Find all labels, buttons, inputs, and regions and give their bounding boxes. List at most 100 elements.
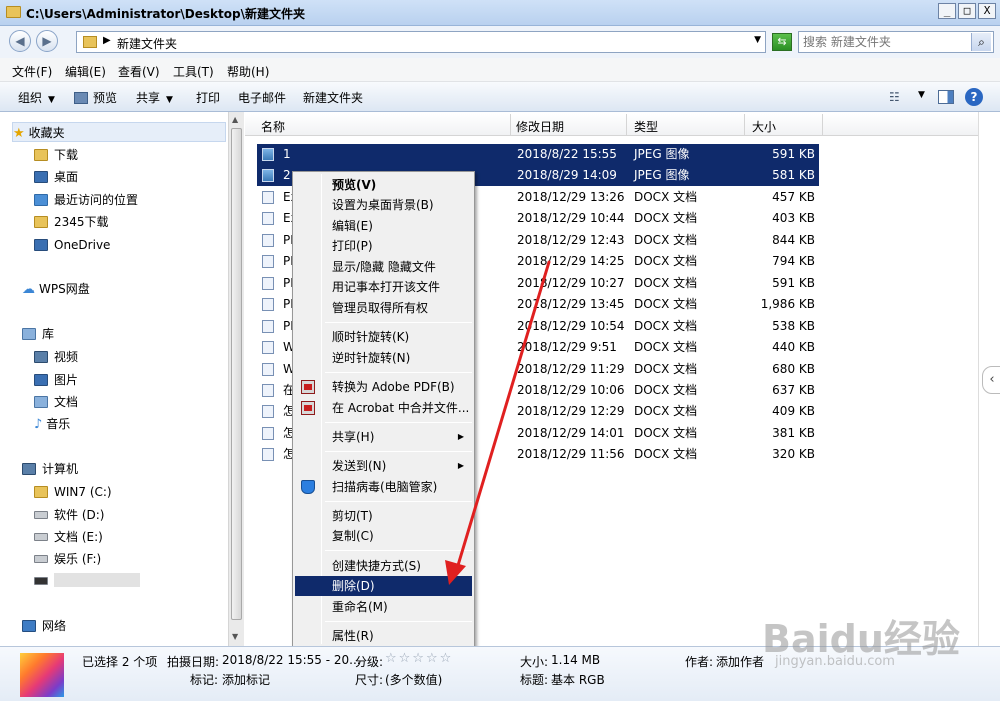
- menu-item-acrobat-merge[interactable]: 在 Acrobat 中合并文件...: [295, 398, 472, 418]
- new-folder-button[interactable]: 新建文件夹: [303, 89, 363, 106]
- chevron-down-icon[interactable]: ▼: [754, 35, 761, 45]
- email-button[interactable]: 电子邮件: [238, 89, 286, 106]
- search-input[interactable]: [803, 34, 967, 50]
- nav-drive-blurred[interactable]: [34, 571, 140, 591]
- menu-item-open-notepad[interactable]: 用记事本打开该文件: [295, 277, 472, 297]
- minimize-button[interactable]: _: [938, 3, 956, 19]
- file-type: DOCX 文档: [634, 447, 698, 462]
- back-button[interactable]: ◀: [9, 30, 31, 52]
- address-bar[interactable]: ▶ 新建文件夹 ▼: [76, 31, 766, 53]
- scroll-down-icon[interactable]: ▼: [232, 632, 238, 641]
- author-value[interactable]: 添加作者: [716, 653, 764, 670]
- refresh-button[interactable]: ⇆: [772, 33, 792, 51]
- nav-videos[interactable]: 视频: [34, 347, 78, 367]
- help-icon[interactable]: ?: [965, 88, 983, 106]
- column-type[interactable]: 类型: [634, 118, 658, 135]
- size-label: 大小:: [520, 655, 549, 669]
- nav-drive-d[interactable]: 软件 (D:): [34, 505, 104, 525]
- search-icon[interactable]: ⌕: [971, 33, 991, 51]
- address-row: ◀ ▶ ▶ 新建文件夹 ▼ ⇆ ⌕: [0, 26, 1000, 58]
- menu-item-take-ownership[interactable]: 管理员取得所有权: [295, 298, 472, 318]
- menu-item-cut[interactable]: 剪切(T): [295, 506, 472, 526]
- nav-downloads[interactable]: 下载: [34, 145, 78, 165]
- nav-library[interactable]: 库: [22, 324, 54, 344]
- nav-2345-downloads[interactable]: 2345下载: [34, 212, 109, 232]
- menu-item-copy[interactable]: 复制(C): [295, 526, 472, 546]
- nav-favorites[interactable]: ★ 收藏夹: [12, 122, 226, 142]
- nav-drive-e[interactable]: 文档 (E:): [34, 527, 103, 547]
- menu-item-share[interactable]: 共享(H) ▶: [295, 427, 472, 447]
- menu-item-edit[interactable]: 编辑(E): [295, 216, 472, 236]
- chevron-right-icon[interactable]: ▶: [103, 35, 111, 46]
- view-options-icon[interactable]: ☷: [889, 90, 900, 104]
- share-button[interactable]: 共享 ▼: [136, 89, 173, 106]
- file-date: 2018/8/29 14:09: [517, 168, 617, 183]
- nav-network[interactable]: 网络: [22, 616, 66, 636]
- chevron-left-icon[interactable]: ‹: [982, 366, 1000, 394]
- nav-drive-c[interactable]: WIN7 (C:): [34, 482, 112, 502]
- nav-desktop[interactable]: 桌面: [34, 167, 78, 187]
- library-icon: [22, 328, 36, 340]
- downloads-folder-icon: [34, 149, 48, 161]
- preview-pane-icon[interactable]: [938, 90, 954, 104]
- menu-item-rename[interactable]: 重命名(M): [295, 597, 472, 617]
- preview-button[interactable]: 预览: [74, 89, 117, 106]
- column-name[interactable]: 名称: [261, 118, 285, 135]
- rating-stars[interactable]: ☆☆☆☆☆: [385, 651, 453, 666]
- title-bar: C:\Users\Administrator\Desktop\新建文件夹 _ □…: [0, 0, 1000, 26]
- file-date: 2018/12/29 14:25: [517, 254, 625, 269]
- menu-item-convert-pdf[interactable]: 转换为 Adobe PDF(B): [295, 377, 472, 397]
- menu-item-print[interactable]: 打印(P): [295, 236, 472, 256]
- file-date: 2018/12/29 13:45: [517, 297, 625, 312]
- tag-value[interactable]: 添加标记: [222, 671, 270, 688]
- close-button[interactable]: X: [978, 3, 996, 19]
- music-icon: ♪: [34, 417, 43, 432]
- nav-wps-drive[interactable]: ☁ WPS网盘: [22, 279, 90, 299]
- title-value[interactable]: 基本 RGB: [551, 671, 605, 688]
- file-type: DOCX 文档: [634, 382, 698, 397]
- menu-item-scan-virus[interactable]: 扫描病毒(电脑管家): [295, 477, 472, 497]
- menu-item-properties[interactable]: 属性(R): [295, 626, 472, 646]
- menu-item-send-to[interactable]: 发送到(N) ▶: [295, 456, 472, 476]
- menu-item-rotate-ccw[interactable]: 逆时针旋转(N): [295, 348, 472, 368]
- menu-view[interactable]: 查看(V): [118, 63, 160, 80]
- menu-item-create-shortcut[interactable]: 创建快捷方式(S): [295, 556, 472, 576]
- scrollbar-thumb[interactable]: [231, 128, 242, 620]
- folder-icon: [34, 216, 48, 228]
- menu-edit[interactable]: 编辑(E): [65, 63, 106, 80]
- menu-item-preview[interactable]: 预览(V): [295, 175, 472, 195]
- size-value: 1.14 MB: [551, 653, 601, 667]
- nav-onedrive[interactable]: OneDrive: [34, 235, 110, 255]
- forward-button[interactable]: ▶: [36, 30, 58, 52]
- scroll-up-icon[interactable]: ▲: [232, 115, 238, 124]
- column-date[interactable]: 修改日期: [516, 118, 564, 135]
- menu-tools[interactable]: 工具(T): [173, 63, 214, 80]
- nav-music[interactable]: ♪ 音乐: [34, 414, 70, 434]
- nav-computer[interactable]: 计算机: [22, 459, 78, 479]
- nav-recent[interactable]: 最近访问的位置: [34, 190, 138, 210]
- nav-documents[interactable]: 文档: [34, 392, 78, 412]
- print-button[interactable]: 打印: [196, 89, 220, 106]
- maximize-button[interactable]: □: [958, 3, 976, 19]
- menu-item-rotate-cw[interactable]: 顺时针旋转(K): [295, 327, 472, 347]
- menu-item-delete[interactable]: 删除(D): [295, 576, 472, 596]
- file-size: 1,986 KB: [760, 297, 815, 312]
- nav-drive-f[interactable]: 娱乐 (F:): [34, 549, 101, 569]
- menu-help[interactable]: 帮助(H): [227, 63, 269, 80]
- address-path[interactable]: 新建文件夹: [117, 35, 177, 52]
- nav-scrollbar[interactable]: ▲ ▼: [228, 112, 244, 646]
- cloud-icon: ☁: [22, 282, 35, 297]
- menu-item-toggle-hidden[interactable]: 显示/隐藏 隐藏文件: [295, 257, 472, 277]
- menu-file[interactable]: 文件(F): [12, 63, 52, 80]
- search-box[interactable]: ⌕: [798, 31, 994, 53]
- chevron-down-icon[interactable]: ▼: [918, 90, 925, 100]
- docx-file-icon: [262, 276, 274, 290]
- column-size[interactable]: 大小: [752, 118, 776, 135]
- onedrive-icon: [34, 239, 48, 251]
- file-size: 844 KB: [772, 232, 815, 247]
- menu-item-set-wallpaper[interactable]: 设置为桌面背景(B): [295, 195, 472, 215]
- refresh-icon: ⇆: [777, 35, 787, 48]
- nav-pictures[interactable]: 图片: [34, 370, 78, 390]
- organize-button[interactable]: 组织 ▼: [18, 89, 55, 106]
- table-row[interactable]: 1 2018/8/22 15:55 JPEG 图像 591 KB: [257, 144, 819, 165]
